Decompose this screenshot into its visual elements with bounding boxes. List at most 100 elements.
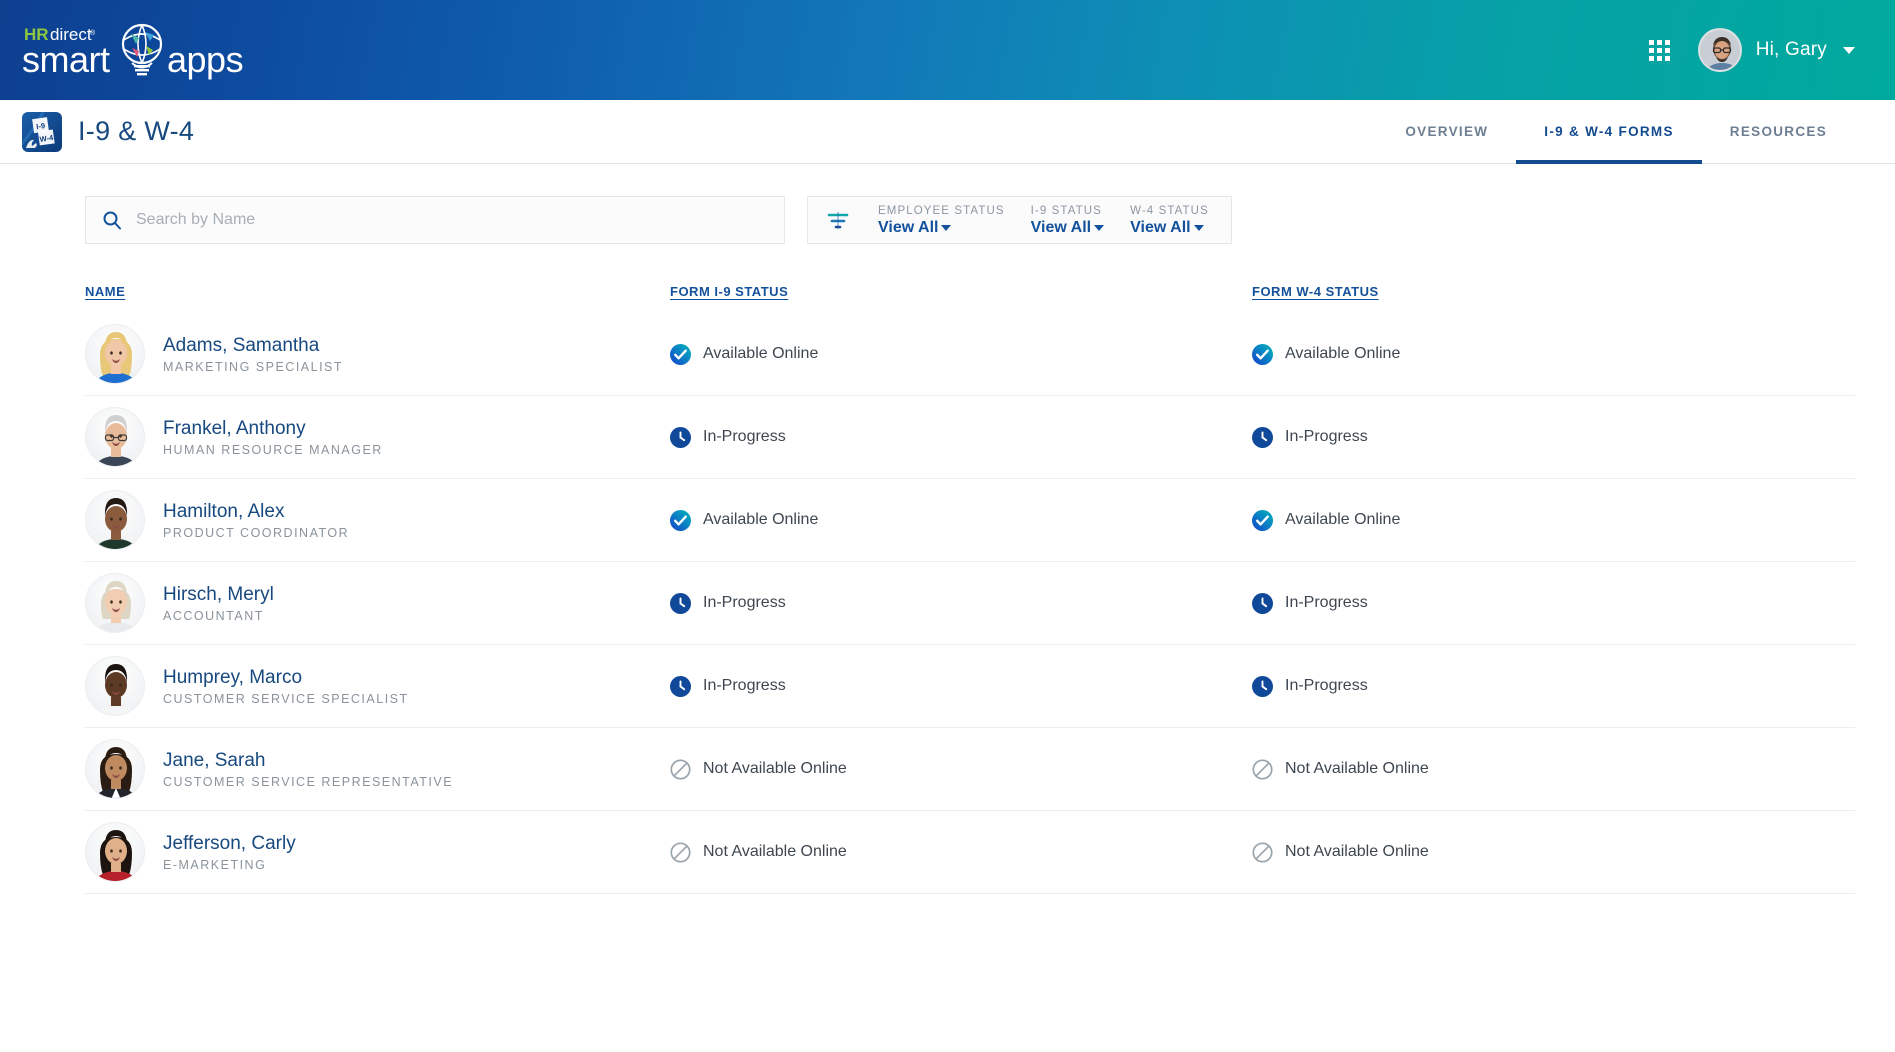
employee-name[interactable]: Humprey, Marco xyxy=(163,667,409,689)
filter-value[interactable]: View All xyxy=(1130,218,1209,237)
filter-employee-status[interactable]: EMPLOYEE STATUS View All xyxy=(878,204,1005,237)
app-navigation-bar: I-9 W-4 I-9 & W-4 OVERVIEW I-9 & W-4 FOR… xyxy=(0,100,1895,164)
filter-w4-status[interactable]: W-4 STATUS View All xyxy=(1130,204,1209,237)
form-i9-status-text: In-Progress xyxy=(703,594,786,611)
check-circle-icon xyxy=(670,509,691,531)
form-w4-status-cell: In-Progress xyxy=(1252,592,1855,614)
avatar xyxy=(85,324,145,384)
no-entry-icon xyxy=(1252,758,1273,780)
employee-title: HUMAN RESOURCE MANAGER xyxy=(163,442,383,457)
avatar xyxy=(85,656,145,716)
employees-table: NAME FORM I-9 STATUS FORM W-4 STATUS Ada… xyxy=(85,284,1855,894)
column-header-form-w4-status[interactable]: FORM W-4 STATUS xyxy=(1252,284,1855,299)
chevron-down-icon xyxy=(1193,225,1204,231)
filter-label: W-4 STATUS xyxy=(1130,204,1209,217)
main-content: EMPLOYEE STATUS View All I-9 STATUS View… xyxy=(0,164,1895,894)
filter-label: I-9 STATUS xyxy=(1030,204,1102,217)
form-w4-status-cell: Available Online xyxy=(1252,343,1855,365)
filter-label: EMPLOYEE STATUS xyxy=(878,204,1005,217)
employee-title: CUSTOMER SERVICE REPRESENTATIVE xyxy=(163,774,454,789)
no-entry-icon xyxy=(670,758,691,780)
check-circle-icon xyxy=(670,343,691,365)
filters-panel: EMPLOYEE STATUS View All I-9 STATUS View… xyxy=(807,196,1232,244)
svg-text:apps: apps xyxy=(167,39,243,80)
avatar xyxy=(85,822,145,882)
table-row[interactable]: Jefferson, Carly E-MARKETING Not Availab… xyxy=(85,811,1855,894)
form-i9-status-text: Not Available Online xyxy=(703,843,847,860)
greeting-text: Hi, Gary xyxy=(1755,39,1827,60)
form-i9-status-cell: Available Online xyxy=(670,509,1252,531)
clock-icon xyxy=(1252,675,1273,697)
user-menu[interactable]: Hi, Gary xyxy=(1697,28,1855,72)
avatar xyxy=(85,407,145,467)
form-i9-status-text: Not Available Online xyxy=(703,760,847,777)
employee-info: Adams, Samantha MARKETING SPECIALIST xyxy=(163,335,343,374)
form-i9-status-cell: Not Available Online xyxy=(670,758,1252,780)
form-i9-status-cell: In-Progress xyxy=(670,426,1252,448)
employee-info: Hamilton, Alex PRODUCT COORDINATOR xyxy=(163,501,349,540)
svg-text:I-9: I-9 xyxy=(36,121,46,131)
employee-name[interactable]: Hamilton, Alex xyxy=(163,501,349,523)
tab-resources[interactable]: RESOURCES xyxy=(1702,100,1855,163)
employee-cell: Humprey, Marco CUSTOMER SERVICE SPECIALI… xyxy=(85,656,670,716)
employee-info: Jefferson, Carly E-MARKETING xyxy=(163,833,296,872)
employee-cell: Jane, Sarah CUSTOMER SERVICE REPRESENTAT… xyxy=(85,739,670,799)
form-w4-status-text: In-Progress xyxy=(1285,428,1368,445)
nav-tabs: OVERVIEW I-9 & W-4 FORMS RESOURCES xyxy=(1377,100,1855,164)
logo-svg: HR direct ® smart apps xyxy=(22,23,244,80)
form-i9-status-cell: In-Progress xyxy=(670,592,1252,614)
chevron-down-icon[interactable] xyxy=(1843,46,1855,54)
employee-info: Hirsch, Meryl ACCOUNTANT xyxy=(163,584,274,623)
svg-text:smart: smart xyxy=(22,39,110,80)
employee-name[interactable]: Adams, Samantha xyxy=(163,335,343,357)
grid-apps-icon[interactable] xyxy=(1648,39,1670,61)
tab-overview[interactable]: OVERVIEW xyxy=(1377,100,1516,163)
i9-w4-forms-icon: I-9 W-4 xyxy=(22,111,62,152)
avatar xyxy=(85,490,145,550)
column-header-name[interactable]: NAME xyxy=(85,284,670,299)
filter-value-text: View All xyxy=(878,218,939,236)
table-header-row: NAME FORM I-9 STATUS FORM W-4 STATUS xyxy=(85,284,1855,313)
table-row[interactable]: Hirsch, Meryl ACCOUNTANT In-Progress In-… xyxy=(85,562,1855,645)
form-w4-status-cell: Available Online xyxy=(1252,509,1855,531)
form-w4-status-text: In-Progress xyxy=(1285,677,1368,694)
hrdirect-smartapps-logo[interactable]: HR direct ® smart apps xyxy=(22,20,292,80)
search-box[interactable] xyxy=(85,196,785,244)
clock-icon xyxy=(670,592,691,614)
table-row[interactable]: Hamilton, Alex PRODUCT COORDINATOR Avail… xyxy=(85,479,1855,562)
table-row[interactable]: Adams, Samantha MARKETING SPECIALIST Ava… xyxy=(85,313,1855,396)
form-w4-status-cell: In-Progress xyxy=(1252,675,1855,697)
employee-title: CUSTOMER SERVICE SPECIALIST xyxy=(163,691,409,706)
form-w4-status-text: Not Available Online xyxy=(1285,760,1429,777)
form-i9-status-cell: In-Progress xyxy=(670,675,1252,697)
employee-name[interactable]: Jane, Sarah xyxy=(163,750,453,772)
filter-icon[interactable] xyxy=(826,209,850,231)
table-row[interactable]: Frankel, Anthony HUMAN RESOURCE MANAGER … xyxy=(85,396,1855,479)
filter-value-text: View All xyxy=(1130,218,1191,236)
table-row[interactable]: Humprey, Marco CUSTOMER SERVICE SPECIALI… xyxy=(85,645,1855,728)
clock-icon xyxy=(670,675,691,697)
avatar xyxy=(85,739,145,799)
svg-text:®: ® xyxy=(90,29,96,37)
avatar xyxy=(85,573,145,633)
employee-title: ACCOUNTANT xyxy=(163,608,264,623)
form-w4-status-text: Available Online xyxy=(1285,511,1401,528)
table-row[interactable]: Jane, Sarah CUSTOMER SERVICE REPRESENTAT… xyxy=(85,728,1855,811)
form-w4-status-text: Available Online xyxy=(1285,345,1401,362)
filter-i9-status[interactable]: I-9 STATUS View All xyxy=(1030,204,1105,237)
header-actions: Hi, Gary xyxy=(1648,28,1855,72)
filter-value[interactable]: View All xyxy=(1030,218,1105,237)
search-input[interactable] xyxy=(136,211,768,229)
employee-name[interactable]: Hirsch, Meryl xyxy=(163,584,274,606)
filter-value-text: View All xyxy=(1030,218,1092,236)
tab-i9-w4-forms[interactable]: I-9 & W-4 FORMS xyxy=(1516,100,1703,164)
employee-name[interactable]: Jefferson, Carly xyxy=(163,833,296,855)
employee-title: E-MARKETING xyxy=(163,857,267,872)
no-entry-icon xyxy=(670,841,691,863)
form-i9-status-cell: Available Online xyxy=(670,343,1252,365)
form-w4-status-cell: Not Available Online xyxy=(1252,841,1855,863)
employee-cell: Adams, Samantha MARKETING SPECIALIST xyxy=(85,324,670,384)
column-header-form-i9-status[interactable]: FORM I-9 STATUS xyxy=(670,284,1252,299)
employee-name[interactable]: Frankel, Anthony xyxy=(163,418,383,440)
filter-value[interactable]: View All xyxy=(878,218,1005,237)
